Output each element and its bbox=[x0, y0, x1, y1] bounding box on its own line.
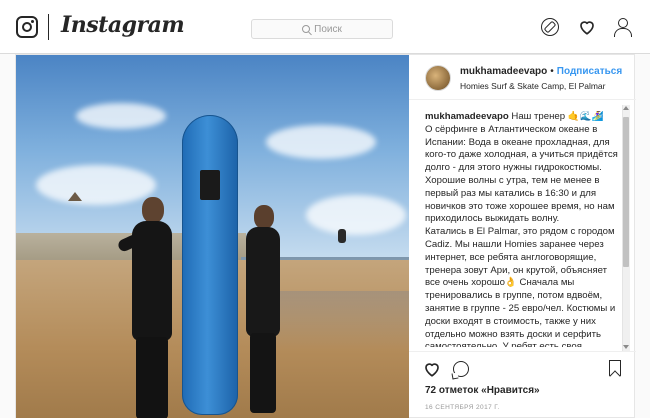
search-icon bbox=[302, 25, 311, 33]
post-caption: mukhamadeevapo Наш тренер 🤙🌊🏄‍♀️ О сёрфи… bbox=[425, 111, 621, 347]
instagram-icon[interactable] bbox=[16, 16, 38, 38]
like-heart-icon[interactable] bbox=[423, 360, 441, 378]
photo-surfer-left bbox=[114, 197, 180, 418]
separator-dot: • bbox=[550, 66, 554, 77]
post-sidebar: mukhamadeevapo • Подписаться Homies Surf &… bbox=[409, 55, 636, 418]
scroll-down-arrow-icon[interactable] bbox=[623, 345, 629, 349]
caption-username[interactable]: mukhamadeevapo bbox=[425, 111, 509, 122]
logo-divider bbox=[48, 14, 49, 40]
photo-cloud bbox=[306, 195, 406, 235]
photo-distant-surfer bbox=[338, 229, 346, 243]
comment-icon[interactable] bbox=[453, 361, 469, 377]
search-placeholder: Поиск bbox=[314, 23, 342, 35]
photo-cloud bbox=[266, 125, 376, 159]
photo-surfboard bbox=[182, 115, 238, 415]
instagram-wordmark[interactable]: Instagram bbox=[61, 12, 185, 38]
caption-first-line: mukhamadeevapo Наш тренер 🤙🌊🏄‍♀️ bbox=[425, 111, 621, 124]
save-bookmark-icon[interactable] bbox=[609, 360, 621, 376]
activity-heart-icon[interactable] bbox=[578, 18, 596, 36]
post-header: mukhamadeevapo • Подписаться Homies Surf &… bbox=[409, 55, 636, 100]
post-actions: 72 отметок «Нравится» 16 СЕНТЯБРЯ 2017 Г… bbox=[409, 351, 636, 418]
search-input[interactable]: Поиск bbox=[251, 19, 393, 39]
follow-button[interactable]: Подписаться bbox=[557, 66, 622, 77]
caption-text: Наш тренер 🤙🌊🏄‍♀️ bbox=[511, 111, 604, 122]
caption-scroll-thumb[interactable] bbox=[623, 117, 629, 267]
photo-surfer-right bbox=[236, 205, 294, 418]
caption-paragraph: Катались в El Palmar, это рядом с городо… bbox=[425, 226, 616, 347]
top-navigation-bar: Instagram Поиск bbox=[0, 0, 650, 54]
photo-cloud bbox=[76, 103, 166, 129]
caption-paragraph: О сёрфинге в Атлантическом океане в Испа… bbox=[425, 123, 618, 225]
scroll-up-arrow-icon[interactable] bbox=[623, 106, 629, 110]
avatar[interactable] bbox=[425, 65, 451, 91]
post-date[interactable]: 16 СЕНТЯБРЯ 2017 Г. bbox=[425, 404, 500, 411]
post-username[interactable]: mukhamadeevapo bbox=[460, 66, 547, 77]
post-location[interactable]: Homies Surf & Skate Camp, El Palmar bbox=[460, 81, 606, 91]
post-photo[interactable] bbox=[16, 55, 409, 418]
post-username-row: mukhamadeevapo • Подписаться bbox=[460, 66, 622, 77]
profile-person-icon[interactable] bbox=[613, 18, 632, 37]
explore-compass-icon[interactable] bbox=[541, 18, 559, 36]
post-card: mukhamadeevapo • Подписаться Homies Surf &… bbox=[15, 54, 636, 418]
likes-count[interactable]: 72 отметок «Нравится» bbox=[425, 385, 540, 396]
